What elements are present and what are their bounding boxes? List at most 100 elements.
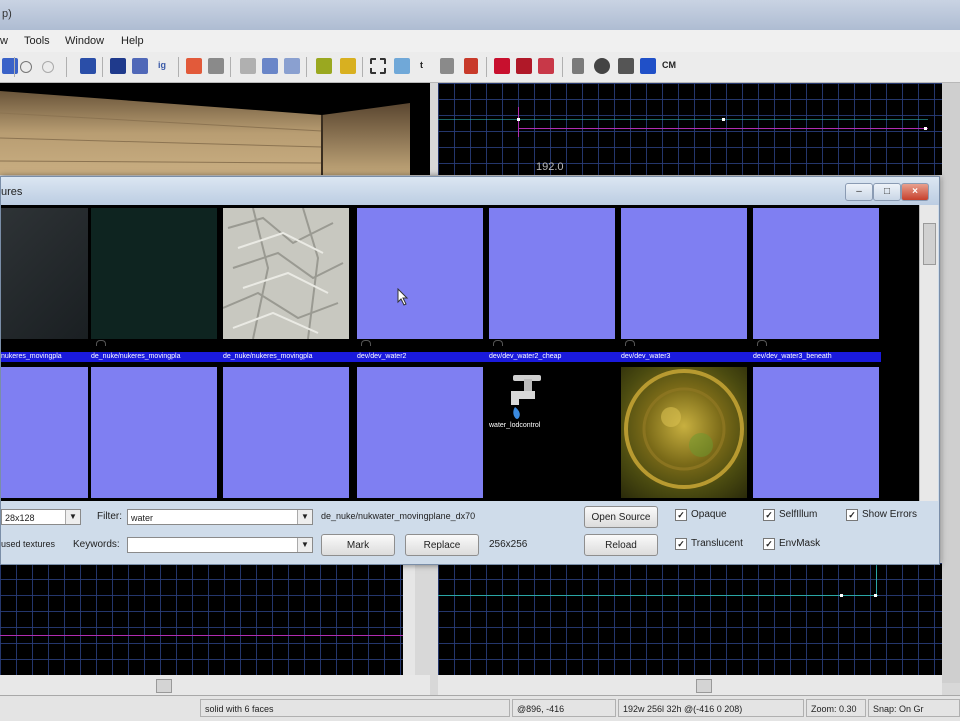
- cordon-icon[interactable]: [464, 58, 478, 74]
- open-source-button[interactable]: Open Source: [584, 506, 658, 528]
- selfillum-checkbox[interactable]: ✓: [763, 509, 775, 521]
- maximize-button[interactable]: □: [873, 183, 901, 201]
- texture-tile[interactable]: water_lodcontrol: [489, 367, 615, 498]
- toolbar-separator: [230, 57, 231, 77]
- brush-icon[interactable]: [494, 58, 510, 74]
- translucent-checkbox[interactable]: ✓: [675, 538, 687, 550]
- ignore-group-icon[interactable]: ig: [158, 60, 166, 70]
- viewport-grid: [0, 563, 415, 675]
- texture-tile[interactable]: [357, 208, 483, 339]
- translucent-label: Translucent: [691, 538, 743, 549]
- texture-tile[interactable]: [1, 208, 88, 339]
- texture-tile[interactable]: [223, 367, 349, 498]
- chevron-down-icon[interactable]: ▼: [65, 510, 80, 524]
- menu-view[interactable]: w: [0, 35, 8, 47]
- decal-icon[interactable]: [538, 58, 554, 74]
- texture-scrollbar[interactable]: [919, 205, 938, 501]
- hide-icon[interactable]: [186, 58, 202, 74]
- vertex-handle[interactable]: [840, 594, 843, 597]
- texture-size-select[interactable]: 28x128 ▼: [1, 509, 81, 525]
- replace-button[interactable]: Replace: [405, 534, 479, 556]
- redo-icon[interactable]: [42, 61, 54, 73]
- texture-tile[interactable]: [91, 208, 217, 339]
- vertex-handle[interactable]: [517, 118, 520, 121]
- ungroup-icon[interactable]: [132, 58, 148, 74]
- texture-name-label: dev/dev_water2_cheap: [489, 353, 562, 360]
- menu-help[interactable]: Help: [121, 35, 144, 47]
- cm-icon[interactable]: CM: [662, 60, 676, 70]
- texture-grid[interactable]: nukeres_movingpla de_nuke/nukeres_moving…: [1, 205, 919, 501]
- center-icon[interactable]: [594, 58, 610, 74]
- entity-icon[interactable]: [516, 58, 532, 74]
- app-title: p): [2, 8, 12, 20]
- copy-icon[interactable]: [262, 58, 278, 74]
- cursor-coords: @896, -416: [512, 699, 616, 717]
- texture-tile[interactable]: [753, 208, 879, 339]
- menu-window[interactable]: Window: [65, 35, 104, 47]
- viewport-scrollbar[interactable]: [942, 83, 960, 683]
- grid-icon[interactable]: [394, 58, 410, 74]
- texture-tile[interactable]: [357, 367, 483, 498]
- texture-tile[interactable]: [1, 367, 88, 498]
- hollow-icon[interactable]: [340, 58, 356, 74]
- camera-viewport[interactable]: [0, 83, 430, 175]
- show-errors-checkbox[interactable]: ✓: [846, 509, 858, 521]
- group-icon[interactable]: [110, 58, 126, 74]
- reload-button[interactable]: Reload: [584, 534, 658, 556]
- texture-tile[interactable]: [621, 367, 747, 498]
- model-icon[interactable]: [640, 58, 656, 74]
- scrollbar-thumb[interactable]: [696, 679, 712, 693]
- vertex-handle[interactable]: [924, 127, 927, 130]
- chevron-down-icon[interactable]: ▼: [297, 510, 312, 524]
- menu-tools[interactable]: Tools: [24, 35, 50, 47]
- tile-marker: [757, 340, 767, 346]
- vertex-handle[interactable]: [874, 594, 877, 597]
- crumpled-texture: [223, 208, 349, 339]
- faucet-icon: [511, 375, 541, 419]
- texture-name-label: dev/dev_water3_beneath: [753, 353, 832, 360]
- front-2d-viewport[interactable]: [438, 563, 942, 675]
- mark-button[interactable]: Mark: [321, 534, 395, 556]
- undo-icon[interactable]: [20, 61, 32, 73]
- texture-tile[interactable]: [223, 208, 349, 339]
- minimize-button[interactable]: –: [845, 183, 873, 201]
- close-button[interactable]: ×: [901, 183, 929, 201]
- scrollbar-thumb[interactable]: [156, 679, 172, 693]
- camera-icon[interactable]: [618, 58, 634, 74]
- viewport-hscroll[interactable]: [0, 675, 430, 695]
- texture-lock-icon[interactable]: t: [420, 60, 423, 70]
- keywords-input[interactable]: ▼: [127, 537, 313, 553]
- cut-icon[interactable]: [240, 58, 256, 74]
- texture-tile[interactable]: [753, 367, 879, 498]
- selfillum-label: SelfIllum: [779, 509, 818, 520]
- toolbar-separator: [306, 57, 307, 77]
- texture-browser-titlebar[interactable]: ures – □ ×: [1, 177, 939, 205]
- select-all-icon[interactable]: [370, 58, 386, 74]
- compile-icon[interactable]: [80, 58, 96, 74]
- zoom-status: Zoom: 0.30: [806, 699, 866, 717]
- side-2d-viewport[interactable]: [0, 563, 415, 675]
- envmask-checkbox[interactable]: ✓: [763, 538, 775, 550]
- vertex-handle[interactable]: [722, 118, 725, 121]
- filter-input[interactable]: water ▼: [127, 509, 313, 525]
- texture-tile[interactable]: [489, 208, 615, 339]
- texture-tile[interactable]: [621, 208, 747, 339]
- viewport-hscroll[interactable]: [438, 675, 942, 695]
- brush-edge: [518, 107, 519, 137]
- unhide-icon[interactable]: [208, 58, 224, 74]
- scrollbar-thumb[interactable]: [923, 223, 936, 265]
- coordinate-readout: 192.0: [536, 161, 564, 173]
- texture-tile[interactable]: [91, 367, 217, 498]
- viewport-vscroll[interactable]: [403, 563, 415, 675]
- filter-label: Filter:: [97, 511, 122, 522]
- used-textures-label[interactable]: used textures: [1, 539, 55, 549]
- chevron-down-icon[interactable]: ▼: [297, 538, 312, 552]
- brush-edge: [518, 128, 928, 129]
- vertex-icon[interactable]: [572, 58, 584, 74]
- toggle-icon[interactable]: [440, 58, 454, 74]
- paste-icon[interactable]: [284, 58, 300, 74]
- run-icon[interactable]: [2, 58, 18, 74]
- carve-icon[interactable]: [316, 58, 332, 74]
- top-2d-viewport[interactable]: 192.0: [438, 83, 942, 175]
- opaque-checkbox[interactable]: ✓: [675, 509, 687, 521]
